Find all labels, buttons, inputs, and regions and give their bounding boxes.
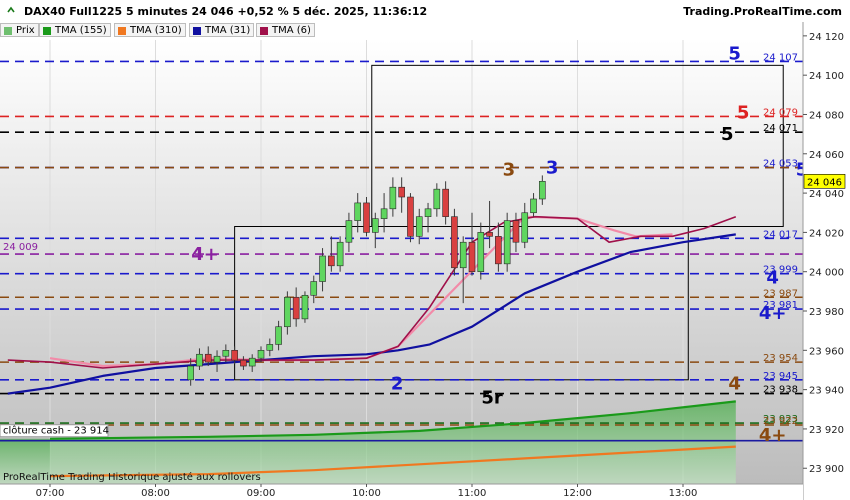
candle-body [371, 218, 379, 233]
level-tag: 5 [737, 103, 750, 124]
y-tick-label: 23 960 [809, 346, 844, 357]
level-label: 23 938 [763, 385, 798, 396]
candle-body [459, 241, 467, 269]
candle-body [196, 353, 203, 367]
x-tick-label: 09:00 [247, 488, 276, 499]
level-tag: 5 [728, 44, 741, 65]
candle-body [310, 281, 318, 296]
x-tick-label: 08:00 [141, 488, 170, 499]
candle-body [240, 359, 247, 367]
level-label: 24 107 [763, 52, 798, 63]
candle-body [389, 186, 397, 210]
candle-body [398, 186, 405, 198]
y-tick-label: 24 060 [809, 150, 844, 161]
level-tag: 4 [766, 268, 779, 289]
zone-box [371, 64, 784, 228]
level-tag: 5 [721, 124, 734, 145]
candle-body [301, 294, 309, 320]
level-tag: 4+ [191, 244, 219, 265]
y-tick-label: 23 940 [809, 386, 844, 397]
candle-body [380, 208, 388, 219]
candle-body [503, 220, 511, 265]
x-tick-label: 12:00 [563, 488, 592, 499]
y-tick-label: 24 000 [809, 268, 844, 279]
candle-body [336, 241, 344, 267]
y-tick-label: 23 980 [809, 307, 844, 318]
candle-body [495, 236, 502, 265]
y-tick-label: 24 020 [809, 228, 844, 239]
candle-body [486, 232, 493, 237]
level-label: 23 945 [763, 371, 798, 382]
level-tag: 4+ [759, 425, 787, 446]
level-tag: 3 [503, 160, 516, 181]
candle-body [266, 344, 274, 351]
level-label: 24 071 [763, 123, 798, 134]
last-price-label: 24 046 [807, 177, 842, 188]
candle-body [415, 216, 423, 237]
level-tag: 5r [481, 387, 503, 408]
y-tick-label: 24 080 [809, 110, 844, 121]
candle-body [539, 180, 546, 200]
y-tick-label: 23 920 [809, 425, 844, 436]
candle-body [363, 202, 370, 233]
level-label: 24 079 [763, 107, 798, 118]
price-chart[interactable]: 24 10724 07924 07124 05324 01723 99923 9… [0, 0, 850, 500]
overlay-text: ProRealTime Trading Historique ajusté au… [3, 471, 261, 483]
x-tick-label: 07:00 [36, 488, 65, 499]
level-label: 24 017 [763, 229, 798, 240]
candle-body [354, 202, 362, 221]
level-tag: 3 [546, 158, 559, 179]
candle-body [319, 255, 326, 282]
level-label: 23 954 [763, 353, 798, 364]
candle-body [292, 296, 300, 320]
candle-body [442, 188, 449, 217]
x-tick-label: 13:00 [669, 488, 698, 499]
candle-body [477, 232, 485, 273]
candle-body [345, 220, 353, 243]
level-tag: 2 [391, 374, 404, 395]
left-level-label: 24 009 [3, 242, 38, 253]
y-tick-label: 24 100 [809, 71, 844, 82]
level-tag: 4+ [759, 303, 787, 324]
candle-body [407, 196, 414, 237]
candle-body [530, 198, 537, 214]
candle-body [187, 365, 194, 381]
cash-close-label: clôture cash - 23 914 [3, 425, 109, 437]
candle-body [521, 212, 529, 243]
footer-note: ProRealTime Trading Historique ajusté au… [3, 471, 261, 483]
level-tag: 4 [728, 374, 741, 395]
candle-body [512, 220, 520, 243]
candle-body [451, 216, 458, 269]
candle-body [424, 208, 432, 217]
candle-body [284, 296, 291, 328]
candle-body [468, 241, 476, 273]
x-tick-label: 10:00 [352, 488, 381, 499]
candle-body [433, 188, 441, 210]
candle-body [213, 355, 221, 363]
candle-body [204, 353, 212, 363]
candle-body [231, 350, 238, 361]
x-tick-label: 11:00 [458, 488, 487, 499]
candle-body [248, 357, 256, 367]
y-tick-label: 24 040 [809, 189, 844, 200]
candle-body [222, 350, 230, 357]
y-tick-label: 24 120 [809, 32, 844, 43]
candle-body [257, 350, 265, 359]
y-tick-label: 23 900 [809, 464, 844, 475]
candle-body [328, 255, 335, 267]
level-label: 23 987 [763, 288, 798, 299]
candle-body [275, 326, 282, 345]
